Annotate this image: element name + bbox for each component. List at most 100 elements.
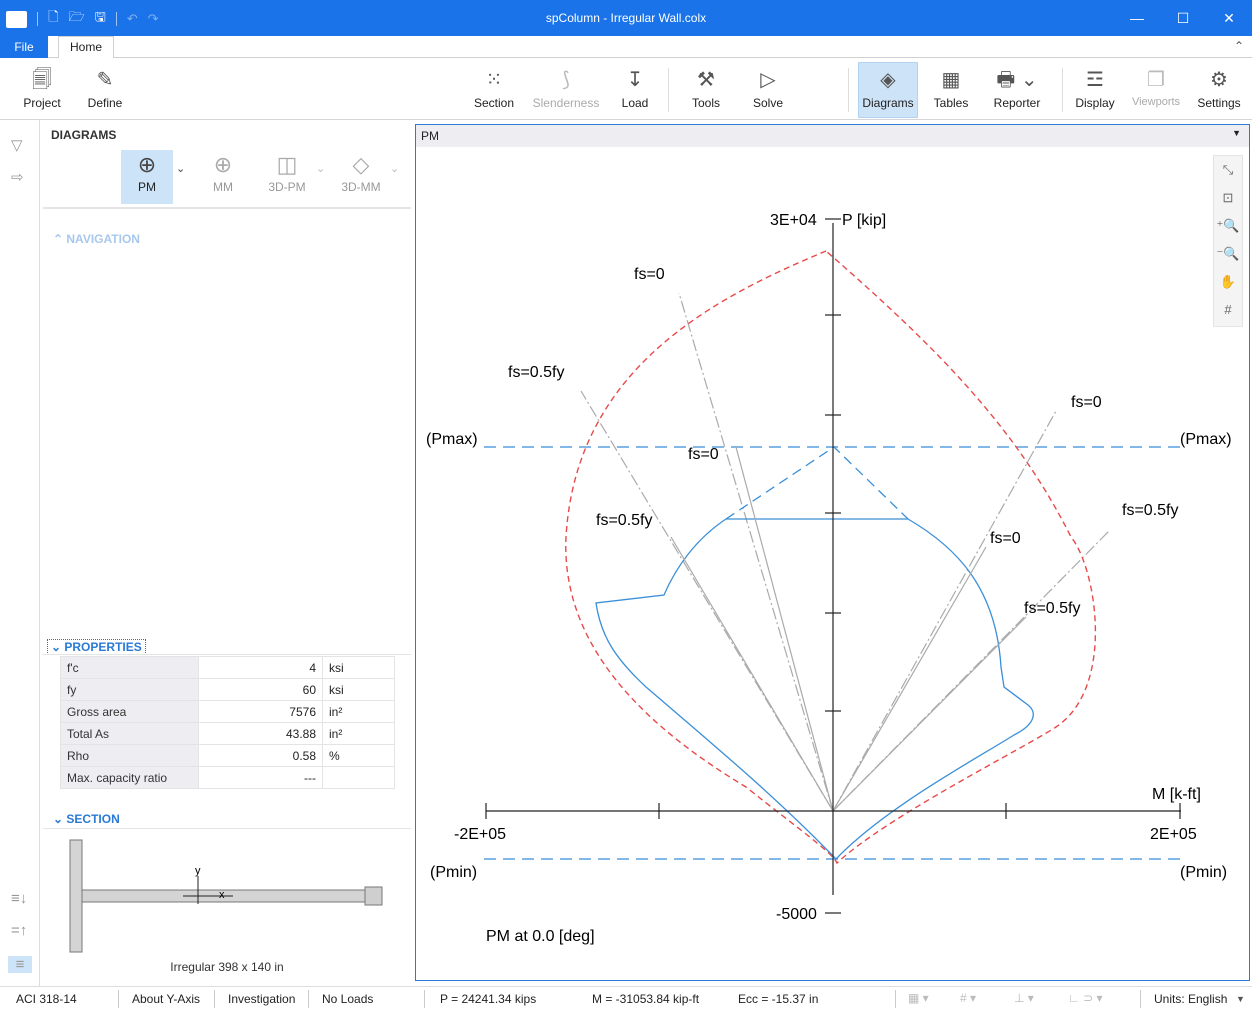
sort-descending-icon[interactable]: ≡↓: [11, 890, 27, 907]
property-name: Rho: [60, 744, 199, 767]
property-row[interactable]: Total As 43.88 in²: [60, 722, 395, 745]
panel-title: DIAGRAMS: [51, 128, 117, 142]
property-unit: ksi: [322, 678, 395, 701]
diagram-viewport[interactable]: PM ▼ ⤡ ⊡ ⁺🔍 ⁻🔍 ✋ # 3E+04 P [kip] -5000 -…: [415, 124, 1250, 981]
ribbon: 🗐 Project ✎ Define ⁙ Section ⟆ Slenderne…: [0, 58, 1252, 120]
ecc-readout: Ecc = -15.37 in: [738, 992, 819, 1006]
define-icon: ✎: [96, 69, 114, 91]
property-name: f'c: [60, 656, 199, 679]
grid-dots-icon[interactable]: ▦ ▾: [908, 991, 929, 1005]
3d-mm-icon: ◇: [352, 152, 370, 177]
tools-button[interactable]: ⚒ Tools: [684, 66, 728, 118]
tables-icon: ▦: [941, 69, 961, 91]
property-row[interactable]: Gross area 7576 in²: [60, 700, 395, 723]
chevron-down-icon[interactable]: ⌄: [176, 162, 185, 175]
close-button[interactable]: ✕: [1206, 0, 1252, 36]
reporter-label: Reporter: [993, 96, 1041, 110]
m-readout: M = -31053.84 kip-ft: [592, 992, 700, 1006]
display-label: Display: [1075, 96, 1115, 110]
project-icon: 🗐: [32, 69, 52, 91]
units-selector[interactable]: Units: English: [1154, 992, 1227, 1006]
project-button[interactable]: 🗐 Project: [20, 66, 64, 118]
solve-button[interactable]: ▷ Solve: [746, 66, 790, 118]
axis-status[interactable]: About Y-Axis: [132, 992, 200, 1006]
axes-icon[interactable]: ∟ ⊃ ▾: [1068, 991, 1103, 1005]
chevron-down-icon[interactable]: ⌄: [390, 162, 399, 175]
diagrams-button[interactable]: ◈ Diagrams: [858, 62, 918, 118]
y-min-label: -5000: [776, 906, 817, 923]
chevron-down-icon[interactable]: ▼: [1236, 994, 1245, 1004]
mode-status[interactable]: Investigation: [228, 992, 295, 1006]
property-unit: [322, 766, 395, 789]
settings-button[interactable]: ⚙ Settings: [1192, 66, 1246, 118]
property-value: 0.58: [198, 744, 323, 767]
strain-label: fs=0: [1071, 394, 1102, 411]
properties-header[interactable]: ⌄ PROPERTIES: [47, 639, 146, 655]
separator: [118, 990, 119, 1008]
filter-icon[interactable]: ▽: [11, 136, 23, 154]
maximize-button[interactable]: ☐: [1160, 0, 1206, 36]
viewport-title: PM: [421, 129, 439, 143]
load-button[interactable]: ↧ Load: [612, 66, 658, 118]
section-label: SECTION: [66, 812, 120, 826]
property-row[interactable]: fy 60 ksi: [60, 678, 395, 701]
mm-label: MM: [213, 180, 233, 194]
property-row[interactable]: Max. capacity ratio ---: [60, 766, 395, 789]
property-unit: in²: [322, 700, 395, 723]
title-bar: sp 🗋 🗁 🖫 ↶ ↷ spColumn - Irregular Wall.c…: [0, 0, 1252, 36]
design-code-status[interactable]: ACI 318-14: [16, 992, 77, 1006]
minimize-button[interactable]: —: [1114, 0, 1160, 36]
status-bar: ACI 318-14 About Y-Axis Investigation No…: [0, 986, 1252, 1010]
viewport-menu-icon[interactable]: ▼: [1232, 128, 1241, 138]
ribbon-tabs: File Home ⌃: [0, 36, 1252, 59]
sort-ascending-icon[interactable]: =↑: [11, 922, 27, 939]
collapse-ribbon-icon[interactable]: ⌃: [1234, 39, 1244, 53]
export-icon[interactable]: ⇨: [11, 168, 24, 186]
navigation-header[interactable]: ⌃ NAVIGATION: [53, 232, 140, 246]
section-end-block: [364, 886, 383, 906]
chevron-up-icon: ⌃: [53, 232, 67, 246]
tab-file[interactable]: File: [0, 36, 48, 58]
separator: [668, 68, 669, 112]
property-value: 7576: [198, 700, 323, 723]
property-row[interactable]: Rho 0.58%: [60, 744, 395, 767]
properties-table: f'c 4 ksi fy 60 ksi Gross area 7576 in² Total As 4…: [60, 656, 395, 789]
tools-label: Tools: [691, 96, 720, 110]
list-view-icon[interactable]: ≡: [8, 956, 32, 973]
property-row[interactable]: f'c 4 ksi: [60, 656, 395, 679]
section-header[interactable]: ⌄ SECTION: [53, 812, 120, 826]
design-curve-cutoff: [725, 446, 909, 520]
viewports-button[interactable]: ❐ Viewports: [1128, 66, 1184, 118]
gear-icon: ⚙: [1210, 69, 1228, 91]
grid-icon[interactable]: # ▾: [960, 991, 976, 1005]
tables-button[interactable]: ▦ Tables: [928, 66, 974, 118]
section-button[interactable]: ⁙ Section: [468, 66, 520, 118]
separator: [214, 990, 215, 1008]
dimension-icon[interactable]: ⊥ ▾: [1014, 991, 1034, 1005]
tab-home[interactable]: Home: [58, 36, 114, 59]
load-label: Load: [621, 96, 649, 110]
pm-diagram-button[interactable]: ⊕ PM: [121, 150, 173, 204]
y-axis-label: P [kip]: [842, 212, 886, 229]
reporter-button[interactable]: 🖶 ⌄ Reporter: [984, 66, 1050, 118]
3d-mm-label: 3D-MM: [341, 180, 381, 194]
3d-mm-diagram-button[interactable]: ◇ 3D-MM: [335, 150, 387, 204]
slenderness-button[interactable]: ⟆ Slenderness: [530, 66, 602, 118]
define-button[interactable]: ✎ Define: [82, 66, 128, 118]
pm-label: PM: [138, 180, 156, 194]
pmax-right-label: (Pmax): [1180, 431, 1232, 448]
section-caption: Irregular 398 x 140 in: [170, 960, 284, 974]
chevron-down-icon[interactable]: ⌄: [316, 162, 325, 175]
design-interaction-curve: [595, 518, 1034, 860]
divider: [43, 207, 411, 209]
mm-diagram-button[interactable]: ⊕ MM: [197, 150, 249, 204]
define-label: Define: [87, 96, 123, 110]
loads-status[interactable]: No Loads: [322, 992, 373, 1006]
separator: [424, 990, 425, 1008]
x-min-label: -2E+05: [454, 826, 506, 843]
slenderness-label: Slenderness: [532, 96, 600, 110]
strain-line-fs05fy-right-lower: [832, 616, 1027, 812]
x-axis-label: x: [219, 889, 225, 901]
3d-pm-diagram-button[interactable]: ◫ 3D-PM: [261, 150, 313, 204]
display-button[interactable]: ☲ Display: [1070, 66, 1120, 118]
